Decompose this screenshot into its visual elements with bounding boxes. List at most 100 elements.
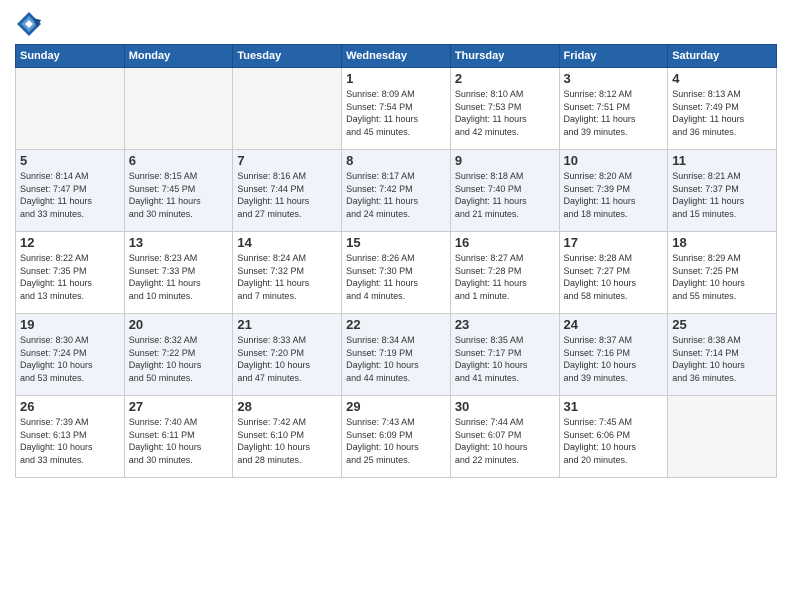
day-info: Sunrise: 8:16 AM Sunset: 7:44 PM Dayligh…: [237, 170, 337, 220]
week-row-2: 5 Sunrise: 8:14 AM Sunset: 7:47 PM Daylig…: [16, 150, 777, 232]
day-number: 13: [129, 235, 229, 250]
day-cell: 12 Sunrise: 8:22 AM Sunset: 7:35 PM Dayli…: [16, 232, 125, 314]
day-info: Sunrise: 8:09 AM Sunset: 7:54 PM Dayligh…: [346, 88, 446, 138]
day-cell: 30 Sunrise: 7:44 AM Sunset: 6:07 PM Dayli…: [450, 396, 559, 478]
day-info: Sunrise: 8:23 AM Sunset: 7:33 PM Dayligh…: [129, 252, 229, 302]
day-cell: 20 Sunrise: 8:32 AM Sunset: 7:22 PM Dayli…: [124, 314, 233, 396]
day-info: Sunrise: 8:10 AM Sunset: 7:53 PM Dayligh…: [455, 88, 555, 138]
day-cell: 4 Sunrise: 8:13 AM Sunset: 7:49 PM Daylig…: [668, 68, 777, 150]
logo-icon: [15, 10, 43, 38]
day-number: 14: [237, 235, 337, 250]
day-number: 25: [672, 317, 772, 332]
header-cell-tuesday: Tuesday: [233, 45, 342, 68]
day-cell: 16 Sunrise: 8:27 AM Sunset: 7:28 PM Dayli…: [450, 232, 559, 314]
day-cell: 2 Sunrise: 8:10 AM Sunset: 7:53 PM Daylig…: [450, 68, 559, 150]
day-cell: 24Sunrise: 8:37 AM Sunset: 7:16 PM Dayli…: [559, 314, 668, 396]
day-info: Sunrise: 7:42 AM Sunset: 6:10 PM Dayligh…: [237, 416, 337, 466]
day-info: Sunrise: 8:27 AM Sunset: 7:28 PM Dayligh…: [455, 252, 555, 302]
day-info: Sunrise: 8:33 AM Sunset: 7:20 PM Dayligh…: [237, 334, 337, 384]
day-number: 16: [455, 235, 555, 250]
day-number: 8: [346, 153, 446, 168]
day-info: Sunrise: 8:21 AM Sunset: 7:37 PM Dayligh…: [672, 170, 772, 220]
day-cell: 14 Sunrise: 8:24 AM Sunset: 7:32 PM Dayli…: [233, 232, 342, 314]
day-cell: 3 Sunrise: 8:12 AM Sunset: 7:51 PM Daylig…: [559, 68, 668, 150]
week-row-1: 1Sunrise: 8:09 AM Sunset: 7:54 PM Daylig…: [16, 68, 777, 150]
day-info: Sunrise: 8:13 AM Sunset: 7:49 PM Dayligh…: [672, 88, 772, 138]
day-number: 31: [564, 399, 664, 414]
day-number: 15: [346, 235, 446, 250]
day-number: 9: [455, 153, 555, 168]
day-cell: 15 Sunrise: 8:26 AM Sunset: 7:30 PM Dayli…: [342, 232, 451, 314]
day-number: 4: [672, 71, 772, 86]
day-info: Sunrise: 8:34 AM Sunset: 7:19 PM Dayligh…: [346, 334, 446, 384]
day-number: 23: [455, 317, 555, 332]
day-number: 2: [455, 71, 555, 86]
day-info: Sunrise: 7:44 AM Sunset: 6:07 PM Dayligh…: [455, 416, 555, 466]
day-number: 19: [20, 317, 120, 332]
day-number: 10: [564, 153, 664, 168]
day-cell: 6Sunrise: 8:15 AM Sunset: 7:45 PM Daylig…: [124, 150, 233, 232]
day-number: 29: [346, 399, 446, 414]
day-number: 5: [20, 153, 120, 168]
day-cell: [16, 68, 125, 150]
day-info: Sunrise: 7:39 AM Sunset: 6:13 PM Dayligh…: [20, 416, 120, 466]
page: SundayMondayTuesdayWednesdayThursdayFrid…: [0, 0, 792, 612]
day-number: 30: [455, 399, 555, 414]
day-cell: [233, 68, 342, 150]
day-number: 27: [129, 399, 229, 414]
day-number: 22: [346, 317, 446, 332]
day-info: Sunrise: 8:24 AM Sunset: 7:32 PM Dayligh…: [237, 252, 337, 302]
day-info: Sunrise: 8:20 AM Sunset: 7:39 PM Dayligh…: [564, 170, 664, 220]
header-cell-friday: Friday: [559, 45, 668, 68]
header-cell-saturday: Saturday: [668, 45, 777, 68]
header-cell-sunday: Sunday: [16, 45, 125, 68]
day-info: Sunrise: 8:18 AM Sunset: 7:40 PM Dayligh…: [455, 170, 555, 220]
day-info: Sunrise: 7:45 AM Sunset: 6:06 PM Dayligh…: [564, 416, 664, 466]
day-cell: 7 Sunrise: 8:16 AM Sunset: 7:44 PM Daylig…: [233, 150, 342, 232]
day-cell: [668, 396, 777, 478]
header-row: SundayMondayTuesdayWednesdayThursdayFrid…: [16, 45, 777, 68]
day-info: Sunrise: 8:35 AM Sunset: 7:17 PM Dayligh…: [455, 334, 555, 384]
day-cell: 29 Sunrise: 7:43 AM Sunset: 6:09 PM Dayli…: [342, 396, 451, 478]
day-number: 17: [564, 235, 664, 250]
day-info: Sunrise: 8:14 AM Sunset: 7:47 PM Dayligh…: [20, 170, 120, 220]
logo: [15, 10, 47, 38]
day-cell: 8Sunrise: 8:17 AM Sunset: 7:42 PM Daylig…: [342, 150, 451, 232]
day-info: Sunrise: 8:15 AM Sunset: 7:45 PM Dayligh…: [129, 170, 229, 220]
day-info: Sunrise: 8:22 AM Sunset: 7:35 PM Dayligh…: [20, 252, 120, 302]
week-row-4: 19Sunrise: 8:30 AM Sunset: 7:24 PM Dayli…: [16, 314, 777, 396]
day-number: 11: [672, 153, 772, 168]
day-number: 26: [20, 399, 120, 414]
day-number: 3: [564, 71, 664, 86]
day-info: Sunrise: 7:43 AM Sunset: 6:09 PM Dayligh…: [346, 416, 446, 466]
week-row-3: 12 Sunrise: 8:22 AM Sunset: 7:35 PM Dayli…: [16, 232, 777, 314]
day-number: 20: [129, 317, 229, 332]
day-info: Sunrise: 8:38 AM Sunset: 7:14 PM Dayligh…: [672, 334, 772, 384]
day-number: 28: [237, 399, 337, 414]
day-cell: [124, 68, 233, 150]
day-info: Sunrise: 8:26 AM Sunset: 7:30 PM Dayligh…: [346, 252, 446, 302]
day-cell: 31 Sunrise: 7:45 AM Sunset: 6:06 PM Dayli…: [559, 396, 668, 478]
header: [15, 10, 777, 38]
day-cell: 17 Sunrise: 8:28 AM Sunset: 7:27 PM Dayli…: [559, 232, 668, 314]
day-info: Sunrise: 8:28 AM Sunset: 7:27 PM Dayligh…: [564, 252, 664, 302]
day-cell: 1Sunrise: 8:09 AM Sunset: 7:54 PM Daylig…: [342, 68, 451, 150]
day-cell: 21Sunrise: 8:33 AM Sunset: 7:20 PM Dayli…: [233, 314, 342, 396]
header-cell-monday: Monday: [124, 45, 233, 68]
day-cell: 9 Sunrise: 8:18 AM Sunset: 7:40 PM Daylig…: [450, 150, 559, 232]
day-cell: 11 Sunrise: 8:21 AM Sunset: 7:37 PM Dayli…: [668, 150, 777, 232]
day-cell: 25 Sunrise: 8:38 AM Sunset: 7:14 PM Dayli…: [668, 314, 777, 396]
day-cell: 19Sunrise: 8:30 AM Sunset: 7:24 PM Dayli…: [16, 314, 125, 396]
day-cell: 28 Sunrise: 7:42 AM Sunset: 6:10 PM Dayli…: [233, 396, 342, 478]
day-number: 7: [237, 153, 337, 168]
day-number: 24: [564, 317, 664, 332]
day-cell: 23 Sunrise: 8:35 AM Sunset: 7:17 PM Dayli…: [450, 314, 559, 396]
day-number: 12: [20, 235, 120, 250]
day-cell: 26 Sunrise: 7:39 AM Sunset: 6:13 PM Dayli…: [16, 396, 125, 478]
day-cell: 10 Sunrise: 8:20 AM Sunset: 7:39 PM Dayli…: [559, 150, 668, 232]
day-cell: 18Sunrise: 8:29 AM Sunset: 7:25 PM Dayli…: [668, 232, 777, 314]
day-info: Sunrise: 8:32 AM Sunset: 7:22 PM Dayligh…: [129, 334, 229, 384]
day-number: 18: [672, 235, 772, 250]
day-cell: 5 Sunrise: 8:14 AM Sunset: 7:47 PM Daylig…: [16, 150, 125, 232]
day-info: Sunrise: 8:12 AM Sunset: 7:51 PM Dayligh…: [564, 88, 664, 138]
